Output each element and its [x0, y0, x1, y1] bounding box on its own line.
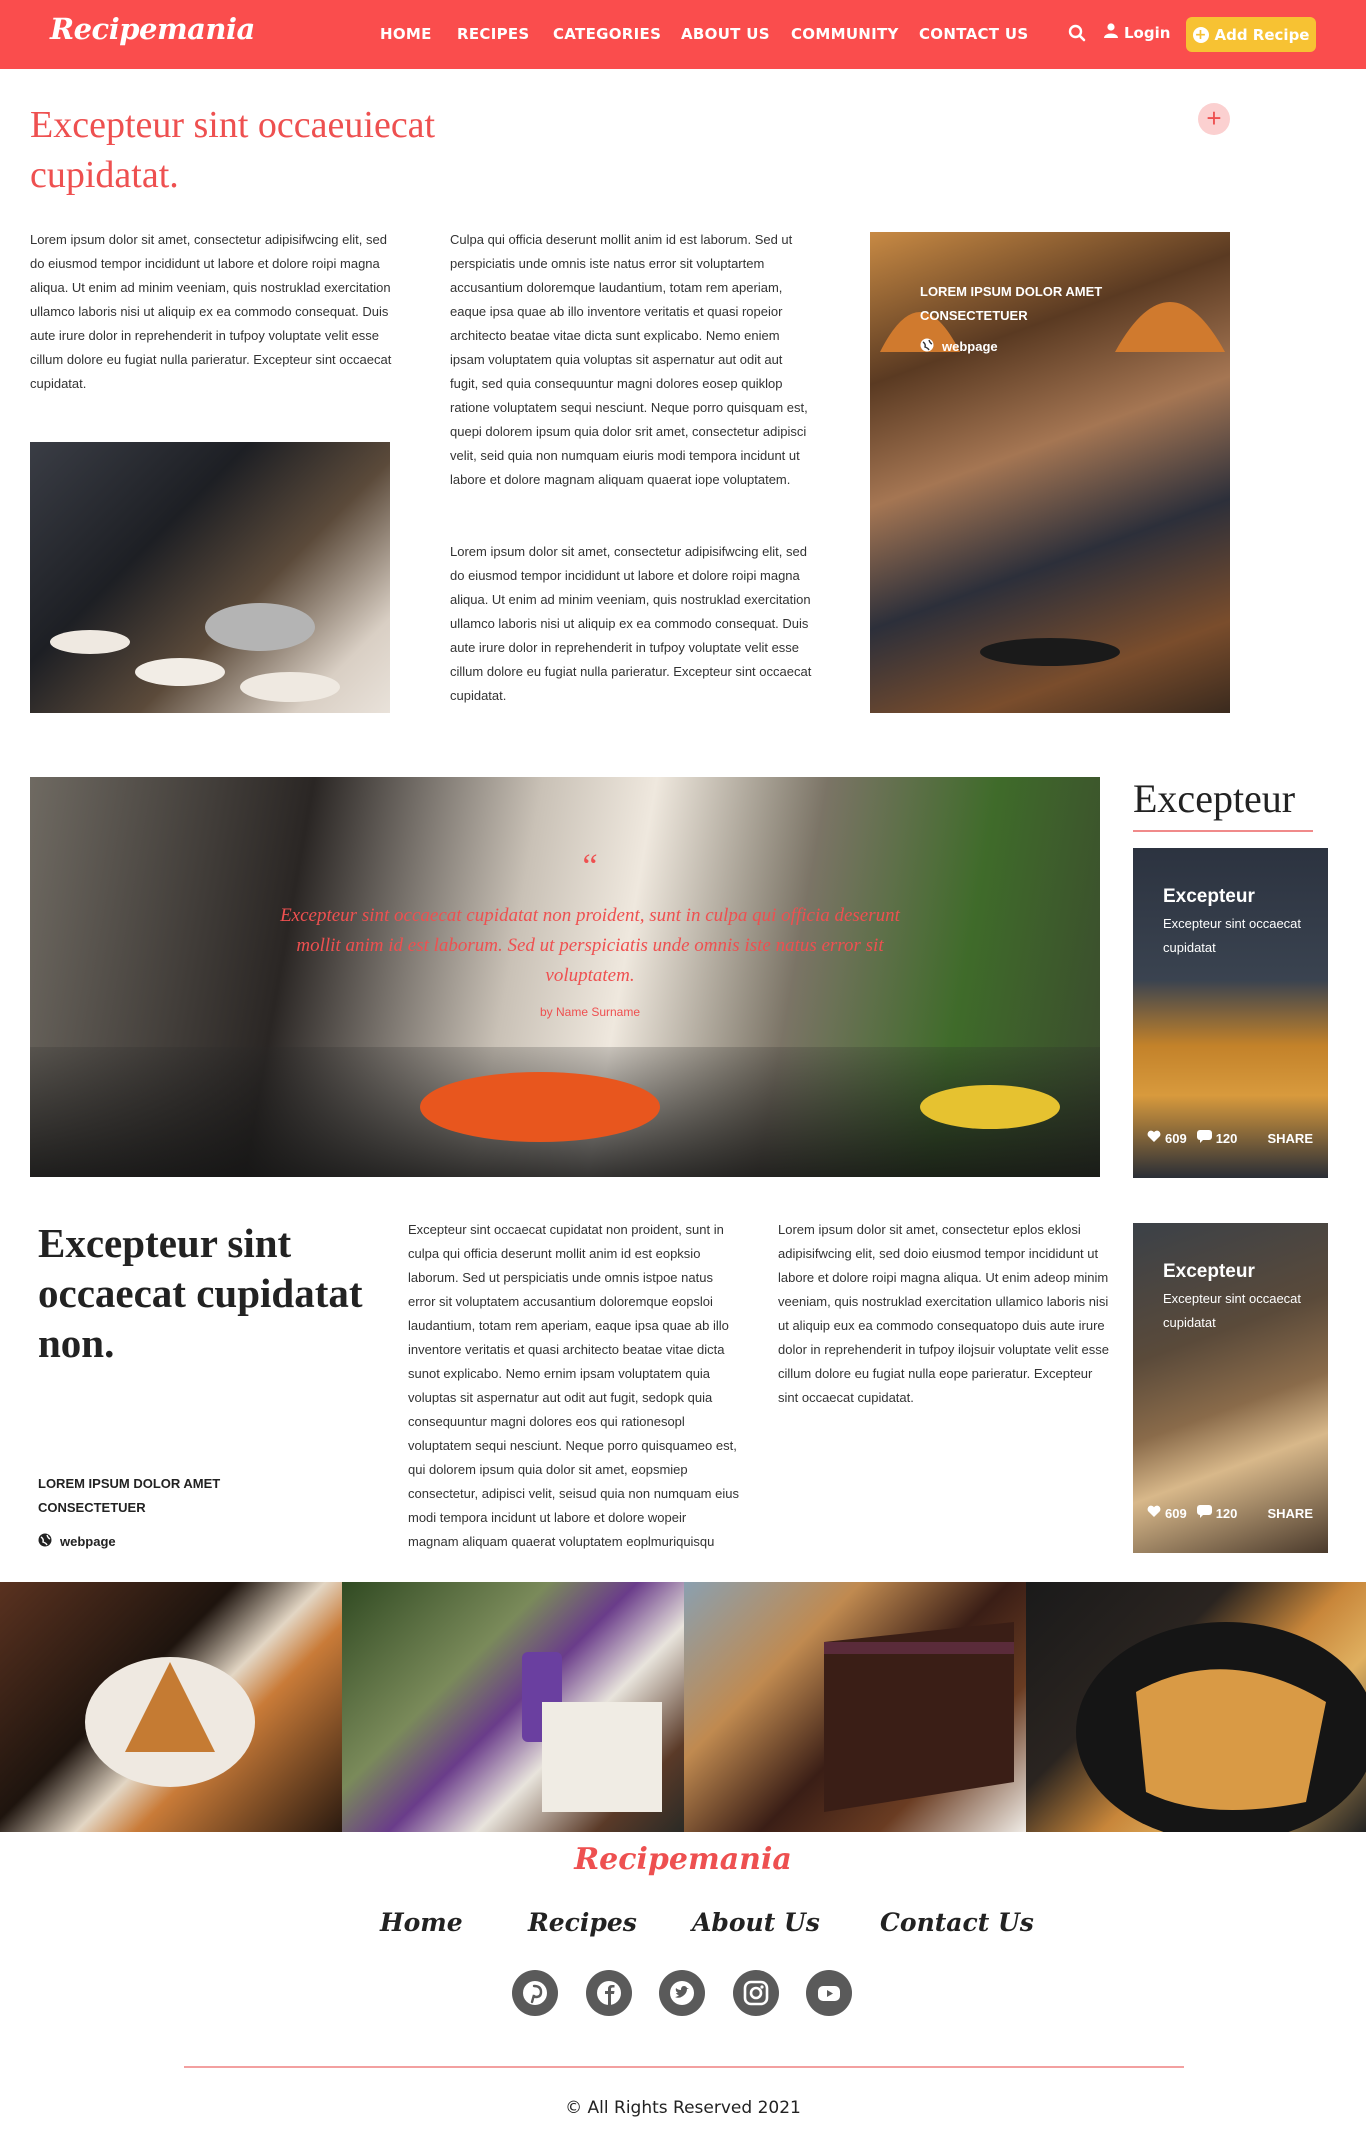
- likes-count: 609: [1165, 1505, 1187, 1521]
- photo-overlay-title: LOREM IPSUM DOLOR AMET CONSECTETUER: [920, 284, 1103, 323]
- section-meta-title: LOREM IPSUM DOLOR AMET CONSECTETUER: [38, 1476, 221, 1515]
- nav-contact-us[interactable]: CONTACT US: [919, 25, 1028, 43]
- webpage-label: webpage: [942, 339, 998, 354]
- facebook-icon[interactable]: [586, 1970, 632, 2016]
- quote-mark-icon: “: [582, 848, 598, 885]
- recipe-card-chef-plates[interactable]: Excepteur Excepteur sint occaecat cupida…: [1133, 1223, 1328, 1553]
- card-subtitle: Excepteur sint occaecat cupidatat: [1163, 1291, 1302, 1330]
- card-title: Excepteur: [1163, 886, 1255, 907]
- gallery-cookies-photo[interactable]: [0, 1582, 342, 1832]
- heart-icon[interactable]: [1147, 1130, 1161, 1146]
- footer-nav-home[interactable]: Home: [380, 1908, 463, 1937]
- quote-text: Excepteur sint occaecat cupidatat non pr…: [280, 905, 900, 986]
- login-link[interactable]: Login: [1104, 23, 1170, 42]
- sidebar-title: Excepteur: [1133, 776, 1296, 821]
- quote-author: by Name Surname: [539, 1005, 641, 1019]
- couple-cooking-photo: “ Excepteur sint occaecat cupidatat non …: [30, 777, 1100, 1177]
- search-icon[interactable]: [1068, 24, 1088, 44]
- intro-paragraph-1: Lorem ipsum dolor sit amet, consectetur …: [30, 232, 392, 391]
- intro-paragraph-2: Culpa qui officia deserunt mollit anim i…: [450, 232, 808, 487]
- card-stats: 609 120 SHARE: [1147, 1130, 1317, 1146]
- globe-icon: [38, 1533, 52, 1550]
- add-recipe-label: Add Recipe: [1214, 25, 1310, 44]
- footer-nav-recipes[interactable]: Recipes: [528, 1908, 637, 1937]
- user-icon: [1104, 23, 1118, 42]
- sidebar-title-underline: [1133, 830, 1313, 832]
- page-title: Excepteur sint occaeuiecat cupidatat.: [30, 104, 436, 196]
- footer-nav-contact-us[interactable]: Contact Us: [880, 1908, 1034, 1937]
- nav-recipes[interactable]: RECIPES: [457, 25, 530, 43]
- webpage-label: webpage: [60, 1534, 116, 1549]
- recipe-card-pancakes[interactable]: Excepteur Excepteur sint occaecat cupida…: [1133, 848, 1328, 1178]
- nav-categories[interactable]: CATEGORIES: [553, 25, 661, 43]
- top-navbar: Recipemania HOME RECIPES CATEGORIES ABOU…: [0, 0, 1366, 69]
- section-title: Excepteur sint occaecat cupidatat non.: [38, 1220, 363, 1366]
- plus-icon[interactable]: +: [1198, 103, 1230, 135]
- pinterest-icon[interactable]: [512, 1970, 558, 2016]
- chef-cooking-photo: LOREM IPSUM DOLOR AMET CONSECTETUER webp…: [870, 232, 1230, 713]
- footer-divider: [184, 2066, 1184, 2068]
- intro-paragraph-3: Lorem ipsum dolor sit amet, consectetur …: [450, 544, 812, 703]
- section-paragraph-2: Lorem ipsum dolor sit amet, consectetur …: [778, 1222, 1109, 1405]
- likes-count: 609: [1165, 1130, 1187, 1146]
- section-paragraph-1: Excepteur sint occaecat cupidatat non pr…: [408, 1222, 739, 1549]
- copyright-text: © All Rights Reserved 2021: [565, 2098, 801, 2118]
- twitter-icon[interactable]: [659, 1970, 705, 2016]
- site-logo[interactable]: Recipemania: [50, 12, 255, 46]
- comment-icon[interactable]: [1196, 1505, 1212, 1521]
- testimonial-quote: “ Excepteur sint occaecat cupidatat non …: [280, 847, 900, 1019]
- comments-count: 120: [1215, 1505, 1238, 1521]
- globe-icon: [920, 338, 934, 355]
- comment-icon[interactable]: [1196, 1130, 1212, 1146]
- youtube-icon[interactable]: [806, 1970, 852, 2016]
- card-stats: 609 120 SHARE: [1147, 1505, 1317, 1521]
- comments-count: 120: [1215, 1130, 1238, 1146]
- card-subtitle: Excepteur sint occaecat cupidatat: [1163, 916, 1302, 955]
- photo-overlay-link[interactable]: webpage: [920, 338, 998, 355]
- nav-home[interactable]: HOME: [380, 25, 432, 43]
- heart-icon[interactable]: [1147, 1505, 1161, 1521]
- login-label: Login: [1124, 23, 1171, 42]
- share-link[interactable]: SHARE: [1267, 1506, 1313, 1521]
- gallery-drink-photo[interactable]: [342, 1582, 684, 1832]
- section-webpage-link[interactable]: webpage: [38, 1533, 116, 1550]
- nav-community[interactable]: COMMUNITY: [791, 25, 899, 43]
- nav-about-us[interactable]: ABOUT US: [681, 25, 770, 43]
- footer-logo[interactable]: Recipemania: [0, 1842, 1366, 1877]
- chef-plating-photo: [30, 442, 390, 713]
- plus-circle-icon: +: [1192, 26, 1209, 43]
- card-title: Excepteur: [1163, 1261, 1255, 1282]
- footer-nav-about-us[interactable]: About Us: [692, 1908, 820, 1937]
- gallery-cake-photo[interactable]: [684, 1582, 1026, 1832]
- add-recipe-button[interactable]: + Add Recipe: [1186, 17, 1316, 52]
- share-link[interactable]: SHARE: [1267, 1131, 1313, 1146]
- instagram-icon[interactable]: [733, 1970, 779, 2016]
- gallery-lasagna-photo[interactable]: [1026, 1582, 1366, 1842]
